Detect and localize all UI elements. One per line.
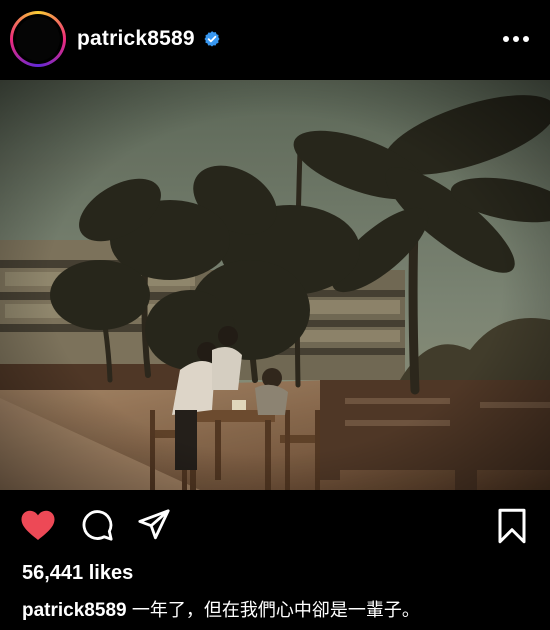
post-photo[interactable] xyxy=(0,80,550,490)
caption-username[interactable]: patrick8589 xyxy=(22,600,127,621)
story-ring[interactable] xyxy=(10,11,66,67)
heart-icon[interactable] xyxy=(20,508,56,542)
bookmark-icon[interactable] xyxy=(496,508,528,544)
avatar[interactable] xyxy=(16,17,60,61)
caption-text: 一年了，但在我們心中卻是一輩子。 xyxy=(131,600,420,621)
post-caption: patrick8589 一年了，但在我們心中卻是一輩子。 xyxy=(22,596,420,622)
comment-icon[interactable] xyxy=(80,508,114,542)
photo-scene xyxy=(0,80,550,490)
post-username[interactable]: patrick8589 xyxy=(77,27,195,51)
likes-count[interactable]: 56,441 likes xyxy=(22,562,133,585)
post-header: patrick8589 xyxy=(0,0,550,80)
post-actions xyxy=(0,500,550,550)
more-options-icon[interactable] xyxy=(498,26,534,52)
share-icon[interactable] xyxy=(137,508,171,542)
verified-badge-icon xyxy=(204,31,220,47)
